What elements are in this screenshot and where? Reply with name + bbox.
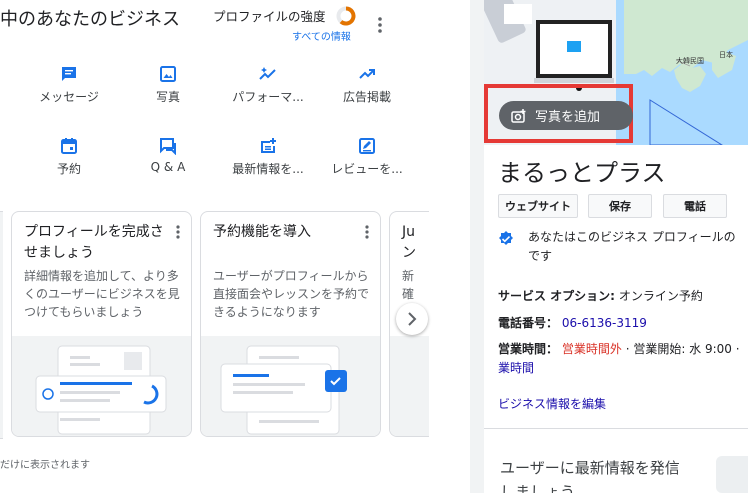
- service-options-value: オンライン予約: [618, 289, 703, 303]
- business-map[interactable]: 日本 大韓民国: [616, 0, 748, 145]
- card-description: ユーザーがプロフィールから直接面会やレッスンを予約できるようになります: [213, 269, 370, 319]
- review-icon: [359, 138, 375, 154]
- message-icon: [62, 67, 76, 81]
- add-photo-icon: [511, 108, 526, 123]
- action-label: メッセージ: [39, 90, 99, 104]
- action-label: パフォーマ...: [232, 90, 304, 104]
- card-title: Ju ン: [402, 224, 416, 261]
- action-label: 予約: [56, 162, 81, 176]
- hours-row: 営業時間： 営業時間外 · 営業開始: 水 9:00 ·: [498, 340, 740, 357]
- carousel-next-button[interactable]: [396, 303, 428, 335]
- call-button[interactable]: 電話: [663, 194, 727, 218]
- service-options-row: サービス オプション: オンライン予約: [498, 287, 703, 304]
- card-illustration: [390, 336, 429, 436]
- card-more-icon[interactable]: [364, 224, 370, 240]
- action-ads[interactable]: 広告掲載: [319, 65, 415, 105]
- section-divider: [484, 428, 748, 429]
- hours-next-open[interactable]: · 営業開始: 水 9:00 ·: [626, 342, 740, 356]
- chevron-right-icon: [408, 312, 417, 326]
- action-booking[interactable]: 予約: [21, 137, 117, 177]
- hours-label: 営業時間：: [498, 342, 559, 356]
- action-label: Q & A: [150, 160, 186, 174]
- visibility-footnote: だけに表示されます: [0, 460, 90, 471]
- website-button[interactable]: ウェブサイト: [498, 194, 578, 218]
- phone-number-link[interactable]: 06-6136-3119: [562, 316, 647, 330]
- edit-business-info-link[interactable]: ビジネス情報を編集: [498, 395, 606, 412]
- card-description: 新 確: [402, 269, 415, 301]
- map-label-japan: 日本: [719, 50, 733, 59]
- add-photo-button[interactable]: 写真を追加: [499, 101, 633, 130]
- calendar-icon: [61, 138, 77, 154]
- verified-text-line1: あなたはこのビジネス プロフィールの: [528, 230, 736, 244]
- hours-more-link[interactable]: 業時間: [498, 359, 534, 376]
- post-prompt-line1: ユーザーに最新情報を発信: [500, 459, 680, 477]
- card-booking[interactable]: 予約機能を導入 ユーザーがプロフィールから直接面会やレッスンを予約できるようにな…: [200, 211, 381, 437]
- post-prompt-line2: しましょう: [500, 483, 576, 493]
- card-description: 詳細情報を追加して、より多くのユーザーにビジネスを見つけてもらいましょう: [24, 269, 180, 319]
- card-title: プロフィールを完成させましょう: [24, 224, 164, 261]
- business-title: 中のあなたのビジネス: [0, 9, 180, 30]
- card-previous-edge: [0, 211, 3, 439]
- action-label: レビューを...: [331, 162, 403, 176]
- hours-status[interactable]: 営業時間外: [562, 342, 622, 356]
- action-performance[interactable]: パフォーマ...: [220, 65, 316, 105]
- qa-icon: [160, 138, 176, 155]
- profile-strength-label: プロファイルの強度: [213, 9, 326, 24]
- action-label: 写真: [155, 90, 180, 104]
- card-illustration: [201, 336, 380, 436]
- map-label-korea: 大韓民国: [676, 56, 704, 65]
- business-dashboard: 中のあなたのビジネス プロファイルの強度 すべての情報 メッセージ 写真 パフォ…: [0, 0, 470, 493]
- business-knowledge-panel: 日本 大韓民国 写真を追加 まるっとプラス ウェブサイト 保存 電話 あなたはこ…: [484, 0, 748, 493]
- card-title: 予約機能を導入: [213, 224, 311, 240]
- action-photos[interactable]: 写真: [120, 65, 216, 105]
- photo-icon: [160, 66, 176, 82]
- phone-row: 電話番号： 06-6136-3119: [498, 314, 647, 331]
- action-label: 最新情報を...: [232, 162, 304, 176]
- service-options-label: サービス オプション:: [498, 289, 615, 303]
- performance-icon: [259, 67, 276, 80]
- post-update-prompt: ユーザーに最新情報を発信 しましょう: [500, 456, 680, 493]
- business-name: まるっとプラス: [498, 159, 666, 187]
- card-more-icon[interactable]: [175, 224, 181, 240]
- profile-strength-ring-icon: [336, 6, 356, 26]
- verified-icon: [499, 231, 513, 245]
- add-photo-label: 写真を追加: [535, 110, 601, 125]
- post-illustration: [716, 456, 748, 493]
- card-complete-profile[interactable]: プロフィールを完成させましょう 詳細情報を追加して、より多くのユーザーにビジネス…: [11, 211, 192, 437]
- phone-label: 電話番号：: [498, 316, 559, 330]
- action-messages[interactable]: メッセージ: [21, 65, 117, 105]
- ads-icon: [359, 69, 375, 79]
- action-label: 広告掲載: [342, 90, 391, 104]
- add-post-icon: [261, 138, 276, 153]
- save-button[interactable]: 保存: [588, 194, 652, 218]
- more-options-icon[interactable]: [372, 14, 388, 36]
- panel-divider: [470, 0, 484, 493]
- action-reviews[interactable]: レビューを...: [319, 137, 415, 177]
- action-add-update[interactable]: 最新情報を...: [220, 137, 316, 177]
- all-info-link[interactable]: すべての情報: [292, 28, 351, 43]
- action-qa[interactable]: Q & A: [120, 137, 216, 174]
- verified-text-line2: です: [528, 249, 553, 263]
- card-illustration: [12, 336, 191, 436]
